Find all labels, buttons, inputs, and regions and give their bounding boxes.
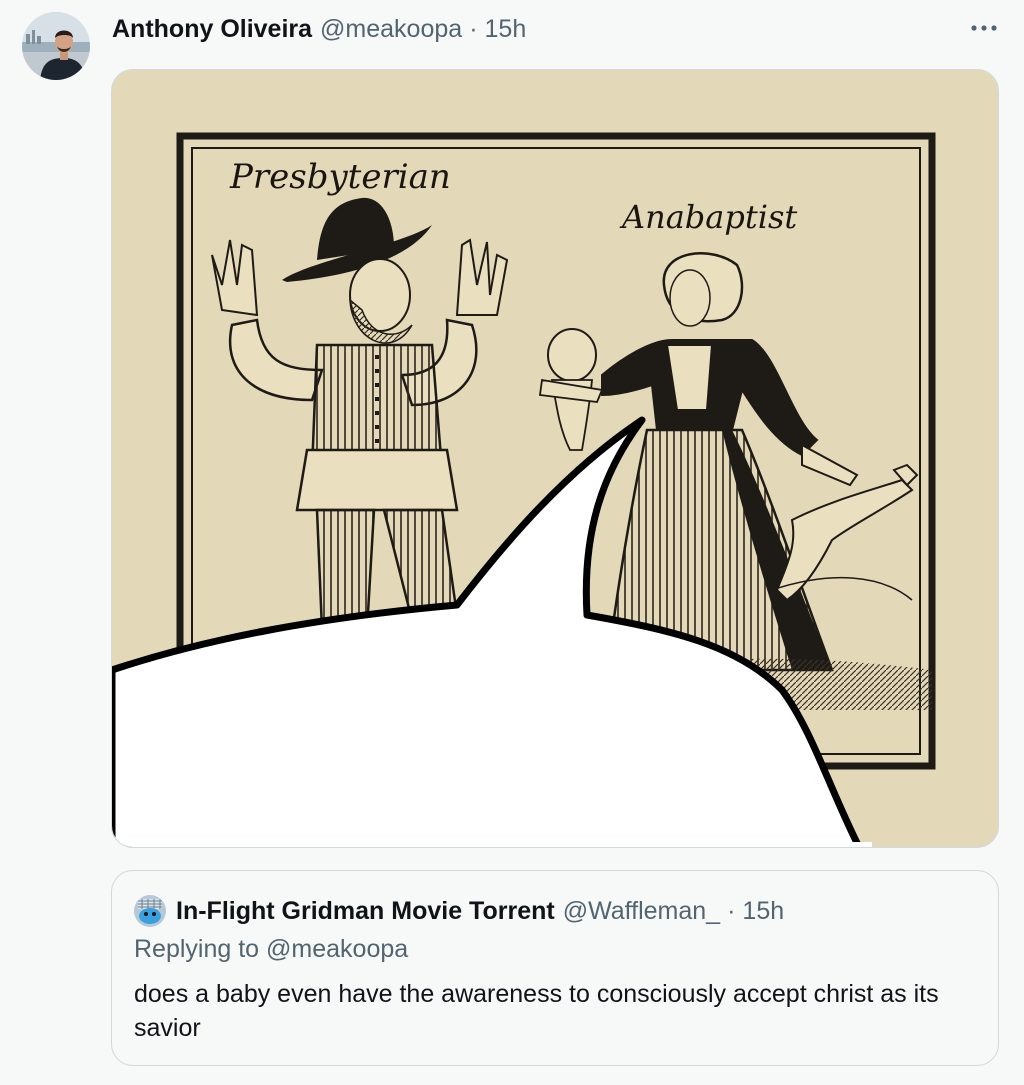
- quoted-tweet-text: does a baby even have the awareness to c…: [134, 980, 939, 1042]
- quoted-tweet-header: In-Flight Gridman Movie Torrent @Wafflem…: [134, 893, 784, 929]
- label-anabaptist: Anabaptist: [619, 198, 797, 236]
- more-options-button[interactable]: [960, 8, 1008, 48]
- quoted-separator-dot: ·: [727, 896, 736, 925]
- woodcut-illustration: Presbyterian Anabaptist: [112, 70, 998, 847]
- more-horizontal-icon: [971, 25, 997, 31]
- tweet-media-image[interactable]: Presbyterian Anabaptist: [111, 69, 999, 848]
- avatar-image: [22, 12, 90, 80]
- quoted-tweet[interactable]: In-Flight Gridman Movie Torrent @Wafflem…: [111, 870, 999, 1066]
- separator-dot: ·: [469, 14, 478, 43]
- replying-to-mention[interactable]: @meakoopa: [266, 935, 408, 963]
- author-name[interactable]: Anthony Oliveira: [112, 15, 312, 44]
- quoted-author-avatar[interactable]: [134, 895, 166, 927]
- label-presbyterian: Presbyterian: [229, 157, 451, 197]
- quoted-author-name[interactable]: In-Flight Gridman Movie Torrent: [176, 897, 555, 926]
- replying-to-prefix: Replying to: [134, 935, 260, 963]
- tweet-timestamp[interactable]: 15h: [485, 15, 527, 44]
- quoted-avatar-image: [134, 895, 166, 927]
- author-avatar[interactable]: [22, 12, 90, 80]
- quoted-timestamp[interactable]: 15h: [742, 897, 784, 926]
- author-handle[interactable]: @meakoopa: [320, 15, 462, 44]
- quoted-author-handle[interactable]: @Waffleman_: [563, 897, 720, 926]
- tweet-header: Anthony Oliveira @meakoopa · 15h: [112, 12, 526, 46]
- replying-to-line: Replying to @meakoopa: [134, 935, 408, 964]
